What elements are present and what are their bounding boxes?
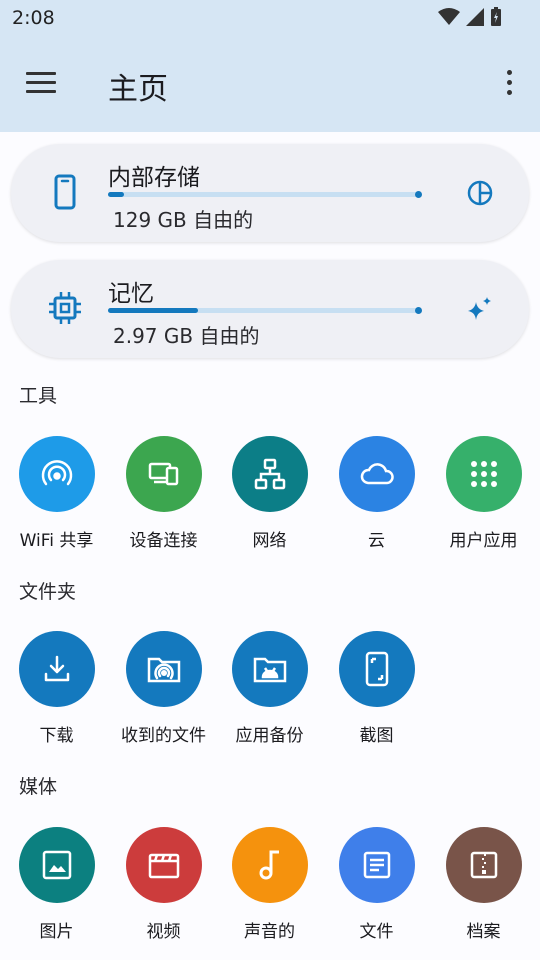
cloud-tile[interactable]: 云 (323, 436, 430, 551)
devices-tile[interactable]: 设备连接 (110, 436, 217, 551)
pie-chart-icon[interactable] (465, 178, 495, 208)
user-apps-tile[interactable]: 用户应用 (430, 436, 537, 551)
section-media-label: 媒体 (19, 776, 58, 798)
videos-label: 视频 (146, 922, 181, 942)
user-apps-label: 用户应用 (449, 531, 518, 551)
sparkle-icon[interactable] (465, 294, 495, 324)
cloud-label: 云 (368, 531, 385, 551)
more-vert-icon[interactable] (504, 70, 514, 100)
battery-status-icon (491, 7, 501, 26)
memory-title: 记忆 (108, 281, 154, 307)
memory-usage-fill (108, 308, 199, 313)
audio-tile[interactable]: 声音的 (216, 827, 323, 942)
cloud-icon (338, 436, 415, 512)
menu-icon[interactable] (26, 72, 58, 96)
received-folder-icon (125, 631, 202, 707)
wifi-share-tile[interactable]: WiFi 共享 (3, 436, 110, 551)
network-tile[interactable]: 网络 (216, 436, 323, 551)
download-label: 下载 (39, 726, 74, 746)
devices-label: 设备连接 (129, 531, 198, 551)
screenshots-label: 截图 (359, 726, 394, 746)
section-folders-label: 文件夹 (19, 581, 77, 603)
chip-icon (49, 292, 81, 324)
videos-tile[interactable]: 视频 (110, 827, 217, 942)
status-bar: 2:08 (0, 0, 540, 36)
wifi-share-icon (18, 436, 95, 512)
memory-usage-bar (108, 307, 422, 314)
wifi-status-icon (438, 8, 460, 25)
download-icon (18, 631, 95, 707)
storage-free-text: 129 GB 自由的 (113, 208, 254, 232)
apps-grid-icon (445, 436, 522, 512)
archive-icon (445, 827, 522, 903)
received-files-label: 收到的文件 (121, 726, 206, 746)
network-label: 网络 (252, 531, 287, 551)
memory-card[interactable]: 记忆 2.97 GB 自由的 (11, 260, 529, 358)
screenshot-icon (338, 631, 415, 707)
images-label: 图片 (39, 922, 74, 942)
page-title: 主页 (108, 72, 168, 107)
audio-label: 声音的 (244, 922, 295, 942)
app-backup-label: 应用备份 (235, 726, 304, 746)
android-folder-icon (231, 631, 308, 707)
phone-icon (54, 174, 76, 210)
images-tile[interactable]: 图片 (3, 827, 110, 942)
devices-icon (125, 436, 202, 512)
app-bar: 主页 (0, 36, 540, 132)
memory-free-text: 2.97 GB 自由的 (113, 324, 260, 348)
status-time: 2:08 (12, 7, 55, 29)
documents-label: 文件 (359, 922, 394, 942)
received-files-tile[interactable]: 收到的文件 (110, 631, 217, 746)
documents-tile[interactable]: 文件 (323, 827, 430, 942)
image-icon (18, 827, 95, 903)
storage-title: 内部存储 (108, 165, 200, 191)
signal-status-icon (466, 8, 484, 26)
archives-tile[interactable]: 档案 (430, 827, 537, 942)
storage-usage-bar (108, 191, 422, 198)
wifi-share-label: WiFi 共享 (19, 531, 94, 551)
music-icon (231, 827, 308, 903)
video-icon (125, 827, 202, 903)
download-tile[interactable]: 下载 (3, 631, 110, 746)
archives-label: 档案 (466, 922, 501, 942)
internal-storage-card[interactable]: 内部存储 129 GB 自由的 (11, 144, 529, 242)
network-icon (231, 436, 308, 512)
storage-usage-fill (108, 192, 124, 197)
document-icon (338, 827, 415, 903)
section-tools-label: 工具 (19, 385, 58, 407)
app-backup-tile[interactable]: 应用备份 (216, 631, 323, 746)
screenshots-tile[interactable]: 截图 (323, 631, 430, 746)
